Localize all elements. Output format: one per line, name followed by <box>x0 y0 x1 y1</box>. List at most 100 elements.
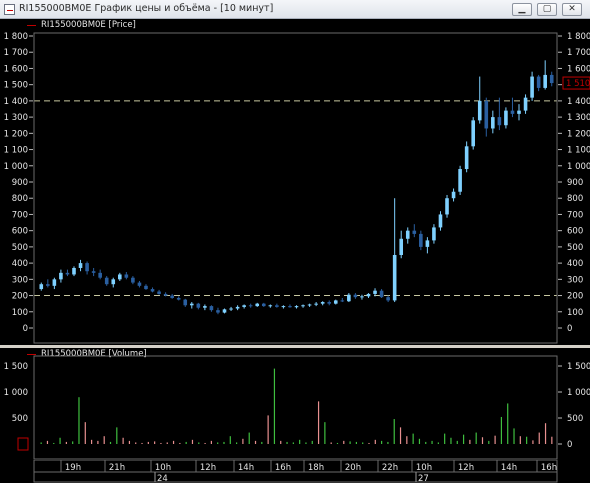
price-candle <box>353 293 358 299</box>
candle-body <box>255 303 260 307</box>
price-tick-left: 1 400 <box>4 97 28 107</box>
candle-body <box>222 309 227 313</box>
price-candle <box>379 289 384 298</box>
candle-body <box>209 306 214 311</box>
candle-body <box>229 308 233 310</box>
price-candle <box>523 94 528 114</box>
price-candle <box>131 276 135 285</box>
price-tick-right: 1 800 <box>567 32 590 42</box>
price-candle <box>314 302 318 307</box>
close-button[interactable]: ✕ <box>562 3 582 16</box>
price-candle <box>196 302 201 310</box>
price-tick-left: 500 <box>12 243 28 253</box>
volume-plot-frame <box>33 355 558 460</box>
candle-body <box>235 306 240 309</box>
price-candle <box>255 302 260 307</box>
candle-body <box>333 300 338 304</box>
price-pane[interactable]: RI155000BM0E [Price] 0 100 200 300 400 500 600… <box>0 19 590 345</box>
time-axis[interactable]: 19h 21h 10h 12h 14h 16h 18h 20h 22h 10h 12h 14h 16h 2… <box>0 460 590 483</box>
price-candle <box>484 97 489 137</box>
candle-body <box>373 290 377 294</box>
hour-label: 19h <box>65 463 81 473</box>
hour-label: 22h <box>382 463 398 473</box>
price-candle <box>333 299 338 305</box>
candle-body <box>425 240 430 247</box>
candle-body <box>432 227 436 241</box>
candle-body <box>170 295 174 298</box>
hour-label: 12h <box>200 463 216 473</box>
candle-body <box>52 279 57 286</box>
price-candle <box>104 276 109 286</box>
price-plot-frame <box>33 32 558 344</box>
price-candle <box>189 302 194 309</box>
candle-body <box>196 303 201 308</box>
price-candle <box>294 305 299 309</box>
candle-body <box>118 274 122 280</box>
price-tick-right: 200 <box>567 292 583 302</box>
candle-body <box>445 198 449 215</box>
price-tick-left: 1 100 <box>4 146 28 156</box>
title-bar[interactable]: RI155000BM0E График цены и объёма - [10 … <box>0 0 590 19</box>
hour-label: 20h <box>345 463 361 473</box>
candle-body <box>268 305 273 307</box>
candle-body <box>203 306 207 308</box>
volume-tick-right: 0 <box>567 440 572 450</box>
price-candle <box>412 224 417 238</box>
price-candle <box>281 305 286 309</box>
hour-label: 16h <box>275 463 291 473</box>
candle-body <box>464 146 469 170</box>
price-candle <box>222 308 227 314</box>
price-candle <box>46 279 50 288</box>
price-candle <box>347 293 351 303</box>
price-candle <box>530 71 534 101</box>
hour-label: 10h <box>416 463 432 473</box>
volume-chart[interactable]: 05001 0001 500 05001 0001 500 <box>0 348 590 460</box>
volume-pane[interactable]: RI155000BM0E [Volume] 05001 0001 500 050… <box>0 348 590 460</box>
price-candle <box>98 269 102 280</box>
price-candle <box>405 227 410 244</box>
price-tick-right: 1 200 <box>567 129 590 139</box>
candle-body <box>347 294 351 302</box>
candle-body <box>412 230 417 234</box>
candle-body <box>163 293 168 296</box>
chart-window-body: RI155000BM0E [Price] 0 100 200 300 400 500 600… <box>0 19 590 483</box>
price-candle <box>432 224 436 244</box>
price-candle <box>477 76 482 124</box>
time-axis-chart: 19h 21h 10h 12h 14h 16h 18h 20h 22h 10h 12h 14h 16h 2… <box>33 460 558 483</box>
price-candle <box>150 287 155 293</box>
candle-body <box>504 110 508 126</box>
price-tick-left: 300 <box>12 275 28 285</box>
window-title: RI155000BM0E График цены и объёма - [10 … <box>19 3 274 14</box>
price-candle <box>419 230 423 251</box>
candle-body <box>261 303 266 307</box>
maximize-button[interactable]: ▢ <box>537 3 557 16</box>
price-chart[interactable]: 0 100 200 300 400 500 600 700 800 900 1 000 1 100 1 … <box>0 19 590 345</box>
price-candle <box>209 305 214 312</box>
candle-body <box>353 294 358 298</box>
candle-body <box>340 300 345 302</box>
price-candle <box>242 304 246 309</box>
candle-body <box>471 120 475 147</box>
volume-tick-right: 1 000 <box>567 388 590 398</box>
price-candle <box>549 71 554 87</box>
candle-body <box>314 303 318 305</box>
price-candle <box>216 307 220 315</box>
price-tick-left: 200 <box>12 292 28 302</box>
candle-body <box>360 296 364 298</box>
candle-body <box>65 272 70 275</box>
candle-body <box>85 263 89 272</box>
candle-body <box>144 285 148 290</box>
price-candle <box>144 284 148 290</box>
candle-body <box>491 117 495 129</box>
price-candle <box>307 303 312 307</box>
price-candle <box>176 296 181 301</box>
hour-label: 10h <box>155 463 171 473</box>
price-candle <box>137 280 142 288</box>
price-candle <box>438 211 443 231</box>
candle-body <box>477 100 482 121</box>
candle-body <box>294 306 299 308</box>
minimize-button[interactable]: ▁ <box>512 3 532 16</box>
price-candle <box>268 304 273 308</box>
candle-body <box>183 299 188 306</box>
price-candle <box>386 295 390 303</box>
